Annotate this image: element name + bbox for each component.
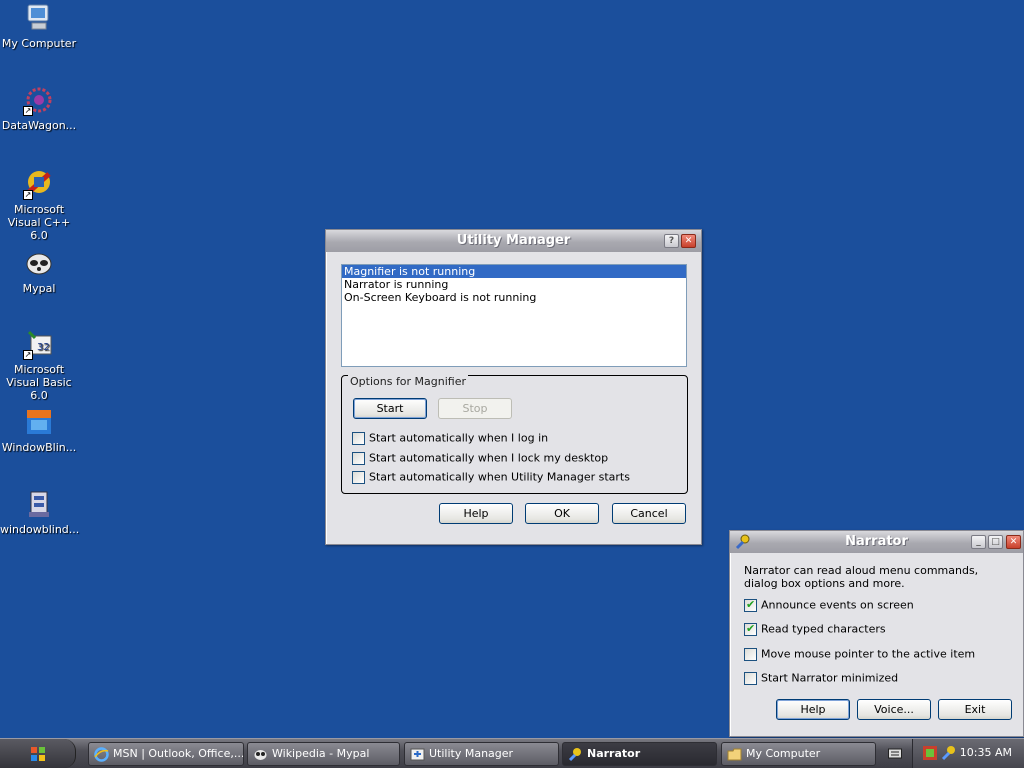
narrator-help-button[interactable]: Help <box>776 699 850 720</box>
window-title: Narrator <box>845 534 908 549</box>
desktop-icon-label: Microsoft Visual Basic 6.0 <box>6 363 72 402</box>
option-start-on-lock[interactable]: Start automatically when I lock my deskt… <box>352 451 608 465</box>
system-tray: 10:35 AM <box>912 739 1024 768</box>
narrator-window: Narrator _ □ ✕ Narrator can read aloud m… <box>729 530 1024 737</box>
window-title: Utility Manager <box>456 233 571 248</box>
desktop-icon-label: My Computer <box>1 37 77 50</box>
desktop-icon-visual-cpp[interactable]: ↗ Microsoft Visual C++ 6.0 <box>0 168 78 242</box>
desktop-icon-datawagon[interactable]: ↗ DataWagon... <box>0 84 78 132</box>
narrator-app-icon <box>735 534 751 550</box>
mypal-icon <box>253 747 268 762</box>
shortcut-arrow-icon: ↗ <box>23 106 33 116</box>
checkbox[interactable] <box>352 431 365 445</box>
svg-text:32: 32 <box>37 342 50 353</box>
my-computer-icon <box>23 2 55 34</box>
taskbar-button-label: Utility Manager <box>429 747 514 760</box>
checkbox[interactable] <box>352 470 365 484</box>
datawagon-icon: ↗ <box>23 84 55 116</box>
list-item[interactable]: On-Screen Keyboard is not running <box>342 291 686 304</box>
desktop-icon-windowblinds-installer[interactable]: windowblind... <box>0 488 80 536</box>
utility-manager-titlebar[interactable]: Utility Manager ? ✕ <box>326 230 701 252</box>
taskbar-button-utility-manager[interactable]: Utility Manager <box>404 742 559 766</box>
clock[interactable]: 10:35 AM <box>960 746 1012 759</box>
option-start-minimized[interactable]: Start Narrator minimized <box>744 671 898 685</box>
option-start-with-utility-manager[interactable]: Start automatically when Utility Manager… <box>352 470 630 484</box>
checkbox[interactable] <box>744 647 757 661</box>
start-button[interactable]: Start <box>353 398 427 419</box>
option-start-on-login[interactable]: Start automatically when I log in <box>352 431 548 445</box>
shortcut-arrow-icon: ↗ <box>23 190 33 200</box>
desktop-icon-visual-basic[interactable]: 32 ↗ Microsoft Visual Basic 6.0 <box>0 328 78 402</box>
taskbar-button-wikipedia[interactable]: Wikipedia - Mypal <box>247 742 400 766</box>
desktop-icon-label: WindowBlin... <box>1 441 77 454</box>
cancel-button[interactable]: Cancel <box>612 503 686 524</box>
stop-button[interactable]: Stop <box>438 398 512 419</box>
narrator-description: Narrator can read aloud menu commands, d… <box>744 564 979 590</box>
options-group: Options for Magnifier Start Stop Start a… <box>341 375 688 494</box>
help-icon[interactable]: ? <box>664 234 679 248</box>
checkbox[interactable] <box>744 671 757 685</box>
close-icon[interactable]: ✕ <box>1006 535 1021 549</box>
utility-manager-window: Utility Manager ? ✕ Magnifier is not run… <box>325 229 702 545</box>
checkbox[interactable] <box>744 598 757 612</box>
taskbar-button-my-computer[interactable]: My Computer <box>721 742 876 766</box>
checkbox-label: Start automatically when Utility Manager… <box>369 470 630 484</box>
exit-button[interactable]: Exit <box>938 699 1012 720</box>
visual-basic-icon: 32 ↗ <box>23 328 55 360</box>
checkbox[interactable] <box>352 451 365 465</box>
help-button[interactable]: Help <box>439 503 513 524</box>
list-item[interactable]: Narrator is running <box>342 278 686 291</box>
checkbox[interactable] <box>744 622 757 636</box>
desktop-icon-label: Mypal <box>22 282 56 295</box>
checkbox-label: Start automatically when I lock my deskt… <box>369 451 609 465</box>
tray-app-icon[interactable] <box>922 745 938 761</box>
taskbar-button-narrator[interactable]: Narrator <box>562 742 717 766</box>
checkbox-label: Read typed characters <box>761 622 886 636</box>
options-group-label: Options for Magnifier <box>348 375 469 388</box>
mypal-icon <box>23 247 55 279</box>
ie-icon <box>94 747 109 762</box>
checkbox-label: Announce events on screen <box>761 598 914 612</box>
desktop-icon-label: windowblind... <box>0 523 80 536</box>
windowblinds-icon <box>23 406 55 438</box>
taskbar-button-label: Narrator <box>587 747 641 760</box>
start-button[interactable] <box>0 739 76 768</box>
desktop-icon-mypal[interactable]: Mypal <box>0 247 78 295</box>
utility-list[interactable]: Magnifier is not running Narrator is run… <box>341 264 687 367</box>
narrator-tray-icon[interactable] <box>941 745 957 761</box>
ok-button[interactable]: OK <box>525 503 599 524</box>
desktop-icon-my-computer[interactable]: My Computer <box>0 2 78 50</box>
visual-cpp-icon: ↗ <box>23 168 55 200</box>
narrator-titlebar[interactable]: Narrator _ □ ✕ <box>730 531 1023 553</box>
maximize-icon[interactable]: □ <box>988 535 1003 549</box>
taskbar-button-msn[interactable]: MSN | Outlook, Office,... <box>88 742 244 766</box>
taskbar-button-label: My Computer <box>746 747 821 760</box>
option-announce-events[interactable]: Announce events on screen <box>744 598 914 612</box>
windows-flag-icon <box>30 746 46 762</box>
taskbar: MSN | Outlook, Office,... Wikipedia - My… <box>0 738 1024 768</box>
desktop-icon-label: Microsoft Visual C++ 6.0 <box>7 203 71 242</box>
desktop-icon-label: DataWagon... <box>1 119 77 132</box>
folder-icon <box>727 747 742 762</box>
close-icon[interactable]: ✕ <box>681 234 696 248</box>
voice-button[interactable]: Voice... <box>857 699 931 720</box>
utility-manager-icon <box>410 747 425 762</box>
shortcut-arrow-icon: ↗ <box>23 350 33 360</box>
minimize-icon[interactable]: _ <box>971 535 986 549</box>
list-item[interactable]: Magnifier is not running <box>342 265 686 278</box>
option-read-typed-characters[interactable]: Read typed characters <box>744 622 886 636</box>
windowblinds-installer-icon <box>23 488 55 520</box>
keyboard-icon[interactable] <box>888 747 902 759</box>
desktop-icon-windowblinds[interactable]: WindowBlin... <box>0 406 78 454</box>
taskbar-button-label: Wikipedia - Mypal <box>272 747 370 760</box>
narrator-icon <box>568 747 583 762</box>
taskbar-button-label: MSN | Outlook, Office,... <box>113 747 244 760</box>
option-move-mouse-pointer[interactable]: Move mouse pointer to the active item <box>744 647 975 661</box>
checkbox-label: Start Narrator minimized <box>761 671 899 685</box>
checkbox-label: Start automatically when I log in <box>369 431 549 445</box>
checkbox-label: Move mouse pointer to the active item <box>761 647 976 661</box>
